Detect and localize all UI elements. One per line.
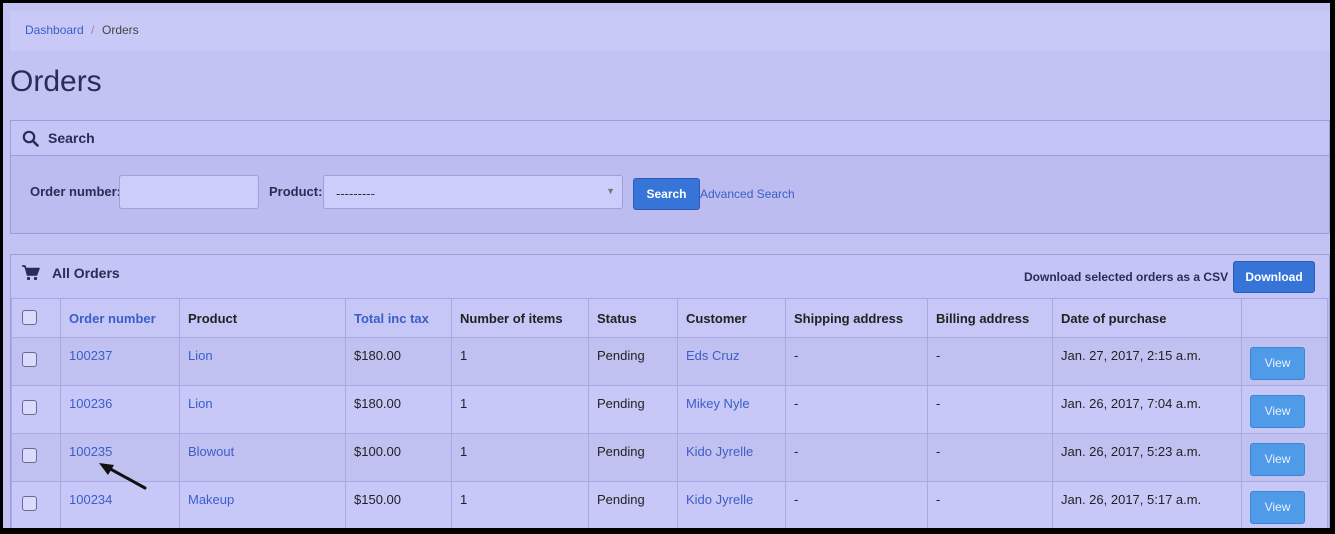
column-header-billing: Billing address <box>927 298 1053 338</box>
view-button[interactable]: View <box>1250 443 1305 476</box>
billing-cell: - <box>927 481 1053 528</box>
date-cell: Jan. 26, 2017, 5:17 a.m. <box>1052 481 1242 528</box>
search-panel-title: Search <box>48 130 95 146</box>
column-header-date: Date of purchase <box>1052 298 1242 338</box>
view-button[interactable]: View <box>1250 491 1305 524</box>
search-button[interactable]: Search <box>633 178 700 210</box>
view-button[interactable]: View <box>1250 395 1305 428</box>
select-all-checkbox[interactable] <box>22 310 37 325</box>
product-link[interactable]: Blowout <box>188 444 234 459</box>
shipping-cell: - <box>785 337 928 386</box>
search-panel: Search Order number: Product: --------- … <box>10 120 1330 234</box>
advanced-search-link[interactable]: Advanced Search <box>700 187 795 201</box>
date-cell: Jan. 27, 2017, 2:15 a.m. <box>1052 337 1242 386</box>
caret-down-icon: ▼ <box>606 186 615 196</box>
product-link[interactable]: Makeup <box>188 492 234 507</box>
column-header-status: Status <box>588 298 678 338</box>
row-checkbox[interactable] <box>22 400 37 415</box>
status-cell: Pending <box>588 433 678 482</box>
breadcrumb-separator: / <box>91 23 95 37</box>
row-checkbox-cell <box>11 337 61 386</box>
orders-table: Order number Product Total inc tax Numbe… <box>11 298 1328 528</box>
download-button[interactable]: Download <box>1233 261 1315 293</box>
items-cell: 1 <box>451 385 589 434</box>
row-checkbox[interactable] <box>22 496 37 511</box>
shipping-cell: - <box>785 433 928 482</box>
product-label: Product: <box>269 184 323 199</box>
column-header-total[interactable]: Total inc tax <box>345 298 452 338</box>
date-cell: Jan. 26, 2017, 7:04 a.m. <box>1052 385 1242 434</box>
select-all-cell <box>11 298 61 338</box>
product-select-value: --------- <box>336 186 375 201</box>
items-cell: 1 <box>451 337 589 386</box>
shopping-cart-icon <box>22 265 40 281</box>
app-frame: Dashboard / Orders Orders Search Order n… <box>3 3 1330 528</box>
row-checkbox[interactable] <box>22 448 37 463</box>
items-cell: 1 <box>451 481 589 528</box>
order-number-link[interactable]: 100234 <box>69 492 112 507</box>
customer-link[interactable]: Kido Jyrelle <box>686 444 753 459</box>
breadcrumb-dashboard-link[interactable]: Dashboard <box>25 23 84 37</box>
breadcrumb: Dashboard / Orders <box>10 11 1330 51</box>
table-row: 100237 Lion $180.00 1 Pending Eds Cruz -… <box>11 337 1328 386</box>
status-cell: Pending <box>588 481 678 528</box>
order-number-link[interactable]: 100236 <box>69 396 112 411</box>
order-number-label: Order number: <box>30 184 122 199</box>
customer-link[interactable]: Kido Jyrelle <box>686 492 753 507</box>
csv-download-label: Download selected orders as a CSV <box>1024 270 1229 284</box>
row-checkbox-cell <box>11 481 61 528</box>
column-header-shipping: Shipping address <box>785 298 928 338</box>
search-icon <box>22 130 39 147</box>
column-header-product: Product <box>179 298 346 338</box>
date-cell: Jan. 26, 2017, 5:23 a.m. <box>1052 433 1242 482</box>
total-cell: $100.00 <box>345 433 452 482</box>
orders-panel: All Orders Download selected orders as a… <box>10 254 1330 528</box>
product-select[interactable]: --------- ▼ <box>323 175 623 209</box>
row-checkbox-cell <box>11 433 61 482</box>
order-number-link[interactable]: 100235 <box>69 444 112 459</box>
breadcrumb-current: Orders <box>102 23 139 37</box>
total-cell: $150.00 <box>345 481 452 528</box>
customer-link[interactable]: Mikey Nyle <box>686 396 750 411</box>
page-title: Orders <box>10 65 102 98</box>
product-link[interactable]: Lion <box>188 396 213 411</box>
arrow-icon <box>99 463 147 490</box>
order-number-link[interactable]: 100237 <box>69 348 112 363</box>
total-cell: $180.00 <box>345 337 452 386</box>
billing-cell: - <box>927 337 1053 386</box>
total-cell: $180.00 <box>345 385 452 434</box>
row-checkbox[interactable] <box>22 352 37 367</box>
product-link[interactable]: Lion <box>188 348 213 363</box>
column-header-actions <box>1241 298 1328 338</box>
column-header-customer: Customer <box>677 298 786 338</box>
orders-panel-title: All Orders <box>52 265 120 281</box>
shipping-cell: - <box>785 385 928 434</box>
table-row: 100235 Blowout $100.00 1 Pending Kido Jy… <box>11 433 1328 482</box>
status-cell: Pending <box>588 385 678 434</box>
billing-cell: - <box>927 385 1053 434</box>
view-button[interactable]: View <box>1250 347 1305 380</box>
column-header-order-number[interactable]: Order number <box>60 298 180 338</box>
customer-link[interactable]: Eds Cruz <box>686 348 739 363</box>
items-cell: 1 <box>451 433 589 482</box>
status-cell: Pending <box>588 337 678 386</box>
column-header-items: Number of items <box>451 298 589 338</box>
order-number-input[interactable] <box>119 175 259 209</box>
table-row: 100234 Makeup $150.00 1 Pending Kido Jyr… <box>11 481 1328 528</box>
shipping-cell: - <box>785 481 928 528</box>
search-panel-header: Search <box>11 121 1329 156</box>
row-checkbox-cell <box>11 385 61 434</box>
billing-cell: - <box>927 433 1053 482</box>
table-header-row: Order number Product Total inc tax Numbe… <box>11 298 1328 338</box>
orders-panel-header: All Orders Download selected orders as a… <box>11 255 1329 298</box>
table-row: 100236 Lion $180.00 1 Pending Mikey Nyle… <box>11 385 1328 434</box>
